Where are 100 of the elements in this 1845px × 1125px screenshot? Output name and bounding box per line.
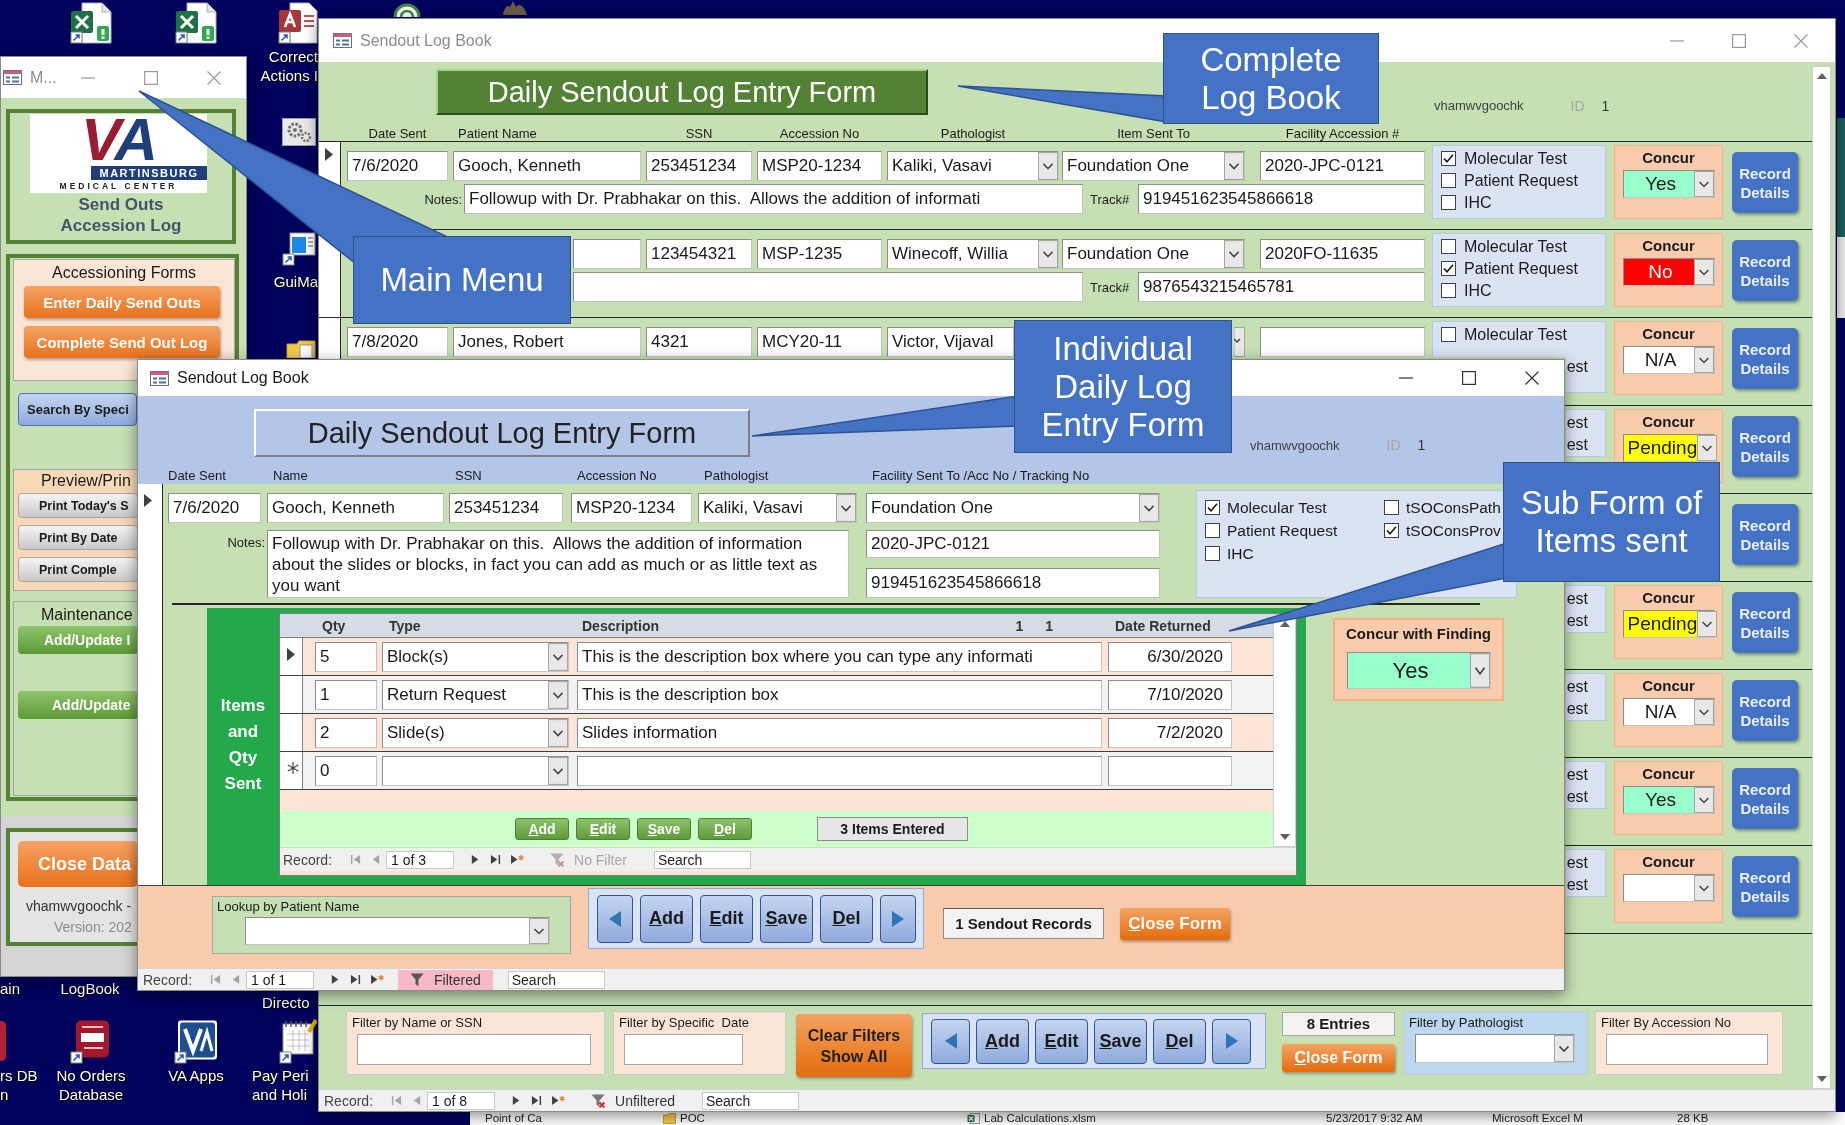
record-number-field[interactable]: 1 of 3 — [386, 850, 455, 869]
edit-button[interactable]: Edit — [1035, 1018, 1088, 1064]
desktop-icon-label[interactable]: VA Apps — [160, 1066, 232, 1085]
date-field[interactable]: 7/6/2020 — [347, 151, 448, 181]
chevron-down-icon[interactable] — [1224, 152, 1244, 180]
checkbox[interactable] — [1205, 523, 1220, 538]
close-icon[interactable] — [1525, 371, 1539, 385]
date-field[interactable]: 7/6/2020 — [168, 493, 261, 523]
ssn-field[interactable]: 123454321 — [646, 239, 752, 269]
chevron-down-icon[interactable] — [1693, 699, 1714, 725]
record-number-field[interactable]: 1 of 8 — [427, 1091, 496, 1110]
checkbox[interactable] — [1441, 261, 1456, 276]
facility-accession-field[interactable]: 2020FO-11635 — [1260, 239, 1425, 269]
search-field[interactable]: Search — [507, 970, 605, 989]
filter-toggle[interactable]: Unfiltered — [579, 1090, 687, 1111]
record-details-button[interactable]: Record Details — [1732, 504, 1798, 565]
last-record-icon[interactable] — [531, 1095, 543, 1106]
checkbox[interactable] — [1441, 151, 1456, 166]
chevron-down-icon[interactable] — [548, 756, 568, 785]
tracking-field[interactable]: 919451623545866618 — [866, 568, 1160, 598]
name-field[interactable]: Jones, Robert — [453, 327, 641, 357]
chevron-down-icon[interactable] — [1693, 347, 1714, 373]
chevron-down-icon[interactable] — [1038, 240, 1058, 268]
chevron-down-icon[interactable] — [1139, 494, 1159, 522]
filter-input[interactable] — [357, 1034, 591, 1065]
chevron-down-icon[interactable] — [548, 718, 568, 747]
checkbox[interactable] — [1441, 173, 1456, 188]
chevron-down-icon[interactable] — [1697, 435, 1718, 461]
database-shortcut-icon[interactable] — [278, 2, 318, 44]
chevron-down-icon[interactable] — [1693, 171, 1714, 197]
destination-dropdown[interactable]: Foundation One — [1062, 151, 1245, 181]
checkbox[interactable] — [1384, 523, 1399, 538]
checkbox[interactable] — [1384, 500, 1399, 515]
checkbox[interactable] — [1441, 283, 1456, 298]
delete-button[interactable]: Del — [820, 894, 873, 943]
concur-dropdown[interactable]: Yes — [1346, 652, 1491, 689]
next-button[interactable] — [880, 894, 916, 943]
notes-field[interactable]: Followup with Dr. Prabhakar on this. Allows the addition of informati — [464, 184, 1083, 214]
quantity-field[interactable]: 2 — [315, 717, 377, 748]
folder-icon[interactable] — [286, 340, 316, 358]
clear-filters-button[interactable]: Clear Filters Show All — [796, 1014, 912, 1077]
print-button[interactable]: Print Comple — [18, 557, 138, 582]
description-field[interactable]: This is the description box where you can type any informati — [577, 641, 1102, 672]
concur-dropdown[interactable]: Pending — [1622, 434, 1715, 462]
checkbox[interactable] — [1441, 327, 1456, 342]
scroll-down-icon[interactable] — [1816, 1076, 1827, 1082]
quantity-field[interactable]: 1 — [315, 679, 377, 710]
file-name[interactable]: Lab Calculations.xlsm — [984, 1112, 1096, 1125]
record-details-button[interactable]: Record Details — [1732, 152, 1798, 213]
checkbox[interactable] — [1441, 195, 1456, 210]
desktop-icon-label[interactable]: GuiMa — [268, 272, 318, 291]
row-selector[interactable] — [319, 318, 341, 359]
vertical-scrollbar[interactable] — [1273, 614, 1296, 847]
lookup-dropdown[interactable] — [245, 917, 550, 945]
filter-input[interactable] — [1606, 1034, 1768, 1065]
new-record-icon[interactable] — [551, 1095, 566, 1106]
record-details-button[interactable]: Record Details — [1732, 680, 1798, 741]
accession-field[interactable]: MSP20-1234 — [757, 151, 882, 181]
date-returned-field[interactable] — [1108, 755, 1232, 786]
scroll-up-icon[interactable] — [1279, 621, 1290, 627]
date-returned-field[interactable]: 7/2/2020 — [1108, 717, 1232, 748]
record-details-button[interactable]: Record Details — [1732, 768, 1798, 829]
record-details-button[interactable]: Record Details — [1732, 856, 1798, 917]
row-selector[interactable] — [138, 484, 163, 885]
folder-name[interactable]: POC — [680, 1112, 705, 1125]
new-record-icon[interactable] — [510, 854, 525, 865]
facility-accession-field[interactable]: 2020-JPC-0121 — [866, 530, 1160, 558]
window-shortcut-icon[interactable] — [282, 232, 316, 266]
checkbox[interactable] — [1441, 239, 1456, 254]
app-shortcut-icon[interactable] — [174, 1020, 218, 1064]
concur-dropdown[interactable]: Yes — [1622, 170, 1715, 198]
concur-dropdown[interactable]: N/A — [1622, 346, 1715, 374]
desktop-icon-label[interactable]: ain — [0, 979, 30, 998]
chevron-down-icon[interactable] — [1693, 875, 1714, 901]
calendar-icon[interactable] — [279, 1018, 317, 1064]
record-details-button[interactable]: Record Details — [1732, 328, 1798, 389]
gear-icon[interactable] — [282, 118, 316, 146]
add-button[interactable]: Add — [640, 894, 693, 943]
concur-dropdown[interactable]: No — [1622, 258, 1715, 286]
chevron-down-icon[interactable] — [548, 642, 568, 671]
quantity-field[interactable]: 5 — [315, 641, 377, 672]
ssn-field[interactable]: 253451234 — [449, 493, 563, 523]
type-dropdown[interactable]: Slide(s) — [382, 717, 569, 748]
filter-input[interactable] — [624, 1034, 743, 1065]
date-field[interactable]: 7/8/2020 — [347, 327, 448, 357]
search-field[interactable]: Search — [701, 1091, 799, 1110]
filter-toggle[interactable]: Filtered — [398, 969, 493, 990]
date-returned-field[interactable]: 6/30/2020 — [1108, 641, 1232, 672]
facility-accession-field[interactable]: 2020-JPC-0121 — [1260, 151, 1425, 181]
desktop-icon-label[interactable]: LogBook — [52, 979, 128, 998]
print-button[interactable]: Print By Date — [18, 525, 138, 550]
date-returned-field[interactable]: 7/10/2020 — [1108, 679, 1232, 710]
save-button[interactable]: Save — [1094, 1018, 1147, 1064]
edit-button[interactable]: Edit — [700, 894, 753, 943]
desktop-icon-label[interactable]: rs DB n — [0, 1066, 44, 1104]
destination-dropdown[interactable]: Foundation One — [1062, 239, 1245, 269]
chevron-down-icon[interactable] — [1693, 259, 1714, 285]
name-field[interactable]: Gooch, Kenneth — [453, 151, 641, 181]
name-field[interactable]: Gooch, Kenneth — [267, 493, 444, 523]
facility-dropdown[interactable]: Foundation One — [866, 493, 1160, 523]
